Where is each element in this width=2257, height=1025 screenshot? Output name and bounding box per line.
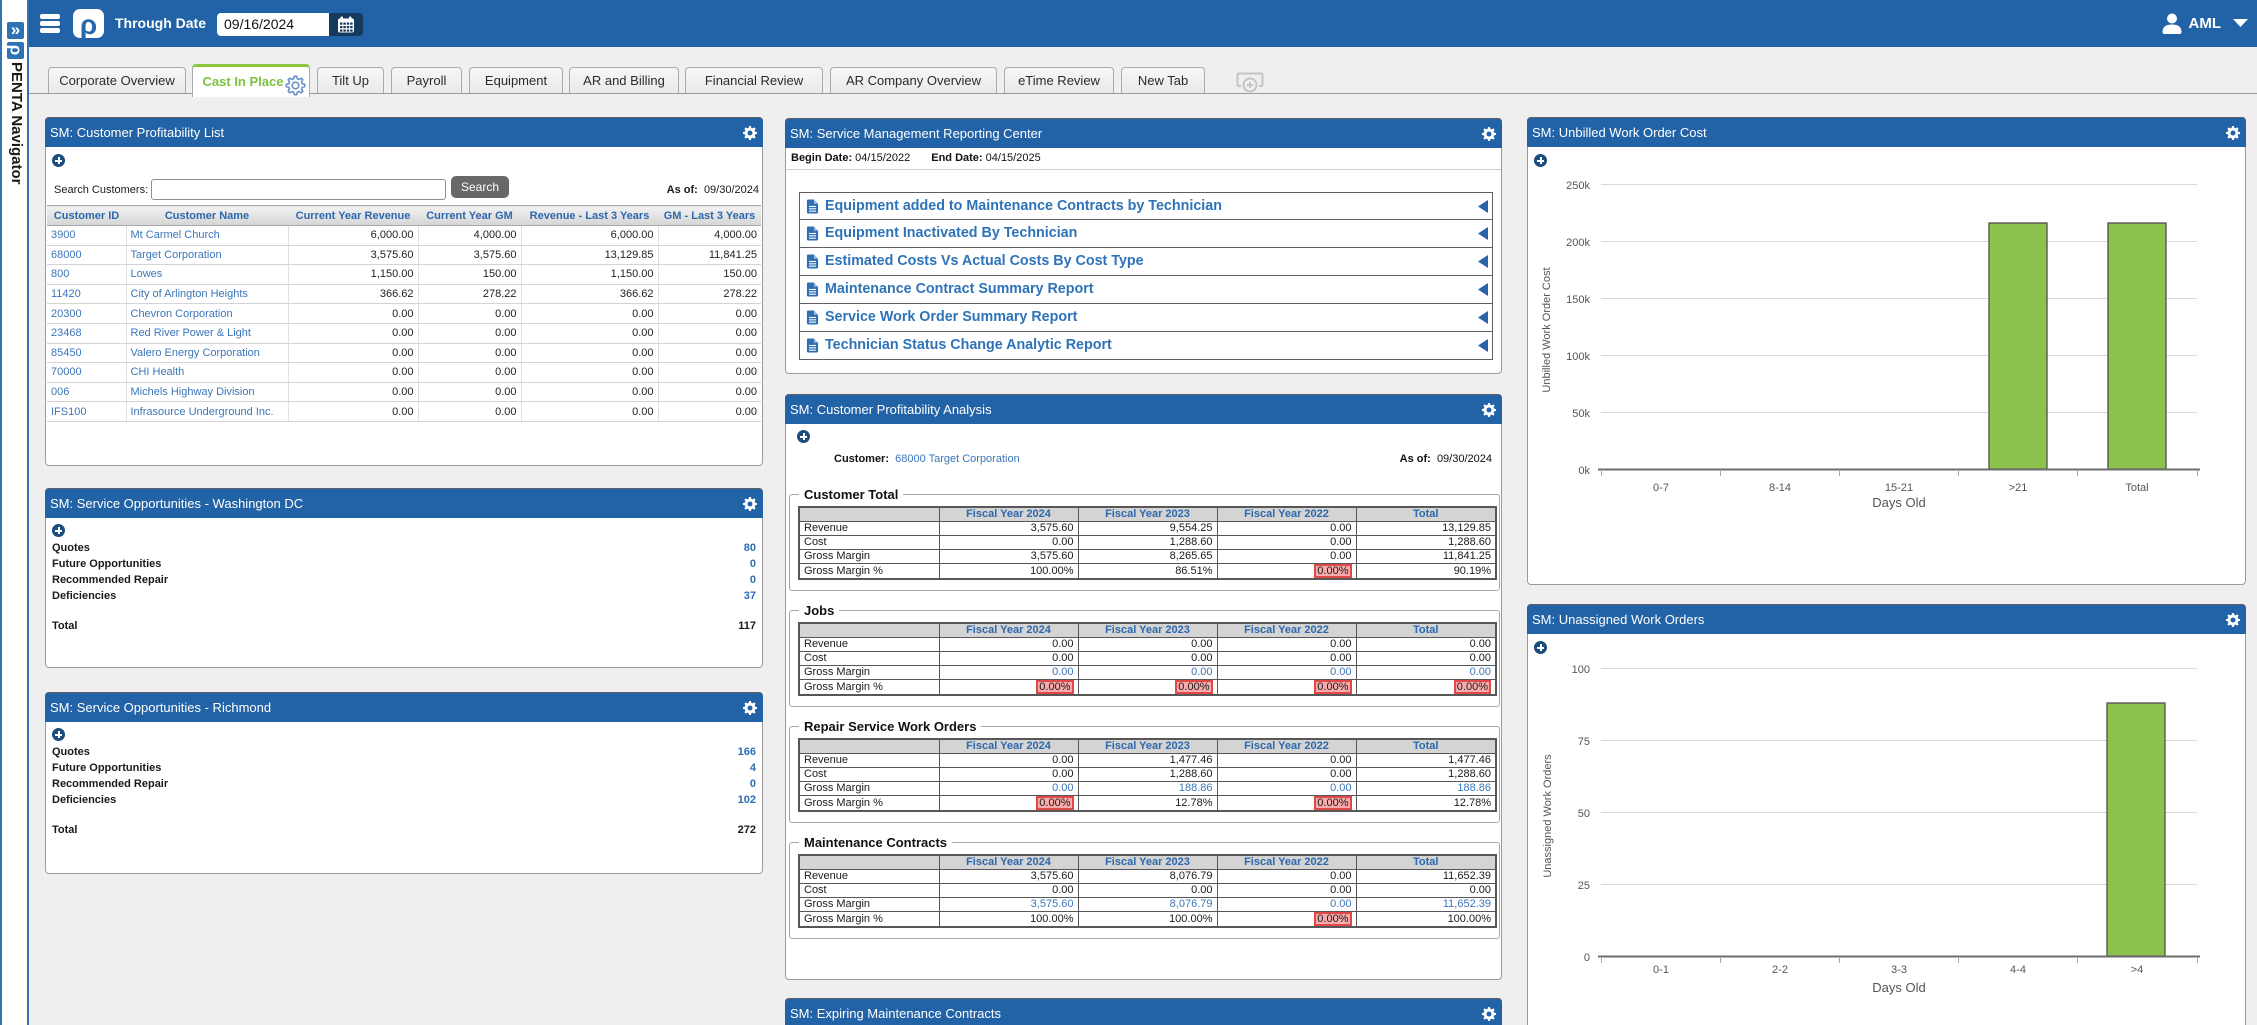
svg-text:Unbilled Work Order Cost: Unbilled Work Order Cost <box>1541 267 1553 392</box>
svg-text:8-14: 8-14 <box>1769 482 1791 494</box>
svg-text:>21: >21 <box>2009 482 2028 494</box>
svg-text:75: 75 <box>1578 736 1590 748</box>
svg-text:4-4: 4-4 <box>2010 964 2026 976</box>
svg-text:50k: 50k <box>1572 408 1590 420</box>
svg-text:0-7: 0-7 <box>1653 482 1669 494</box>
svg-text:0k: 0k <box>1578 465 1590 477</box>
svg-text:100k: 100k <box>1566 351 1590 363</box>
svg-text:Days Old: Days Old <box>1872 495 1925 510</box>
svg-text:2-2: 2-2 <box>1772 964 1788 976</box>
svg-text:100: 100 <box>1572 664 1590 676</box>
svg-text:>4: >4 <box>2131 964 2144 976</box>
svg-text:0-1: 0-1 <box>1653 964 1669 976</box>
svg-text:15-21: 15-21 <box>1885 482 1913 494</box>
svg-text:250k: 250k <box>1566 180 1590 192</box>
svg-text:Total: Total <box>2125 482 2148 494</box>
svg-text:0: 0 <box>1584 952 1590 964</box>
svg-text:150k: 150k <box>1566 294 1590 306</box>
svg-text:ρ: ρ <box>80 9 97 38</box>
svg-text:25: 25 <box>1578 880 1590 892</box>
svg-text:Days Old: Days Old <box>1872 980 1925 995</box>
svg-text:Unassigned Work Orders: Unassigned Work Orders <box>1542 754 1554 878</box>
svg-text:50: 50 <box>1578 808 1590 820</box>
svg-text:3-3: 3-3 <box>1891 964 1907 976</box>
svg-text:200k: 200k <box>1566 237 1590 249</box>
